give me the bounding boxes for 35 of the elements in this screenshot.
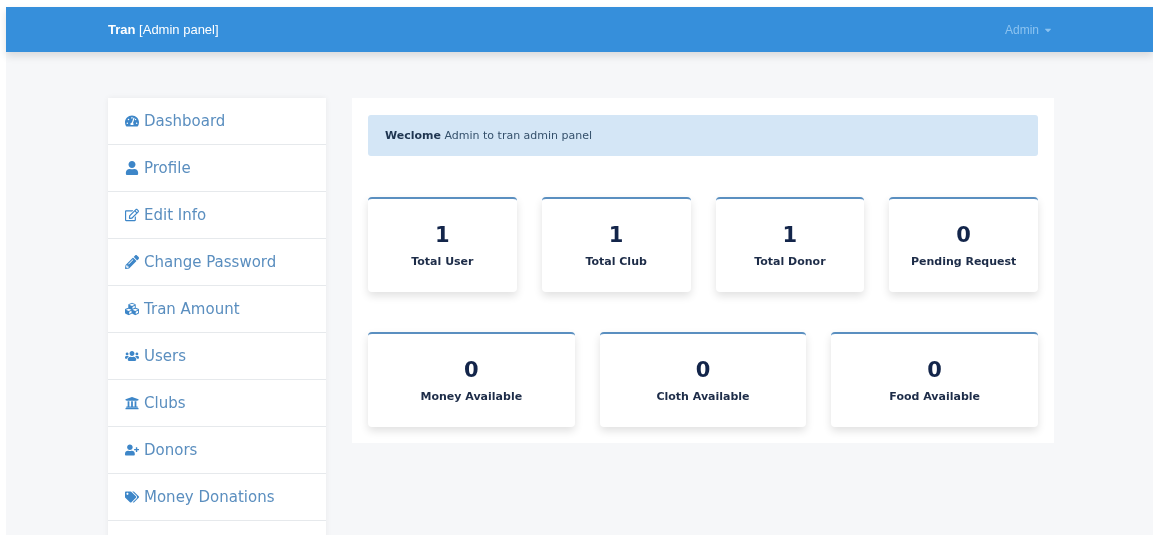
gauge-icon [125,114,139,128]
stat-value: 0 [927,358,942,382]
user-menu[interactable]: Admin [1005,22,1053,37]
sidebar-item[interactable]: Dashboard [108,98,326,145]
sidebar-item[interactable]: Change Password [108,239,326,286]
stat-label: Total Club [585,255,647,268]
stat-value: 1 [782,223,798,247]
welcome-alert: Weclome Admin to tran admin panel [368,115,1038,156]
stat-value: 0 [464,358,479,382]
stat-label: Cloth Available [656,390,750,403]
sidebar-item[interactable]: Clubs [108,380,326,427]
sidebar-item[interactable]: Profile [108,145,326,192]
stat-label: Total User [411,255,474,268]
cubes-icon [125,302,139,316]
brand-title[interactable]: Tran [Admin panel] [108,22,219,37]
tag-icon [125,490,139,504]
stat-label: Food Available [889,390,980,403]
sidebar-item[interactable]: Money Donations [108,474,326,521]
edit-icon [125,208,139,222]
user-plus-icon [125,443,139,457]
stat-label: Money Available [420,390,523,403]
stat-label: Total Donor [754,255,826,268]
user-icon [125,161,139,175]
stat-value: 0 [695,358,711,382]
bank-icon [125,396,139,410]
sidebar-item[interactable]: Users [108,333,326,380]
sidebar-item[interactable]: Donors [108,427,326,474]
pencil-icon [125,255,139,269]
stat-value: 1 [435,223,450,247]
users-icon [125,349,139,363]
sidebar-item[interactable]: Tran Amount [108,286,326,333]
sidebar-item[interactable]: Edit Info [108,192,326,239]
stat-value: 0 [956,223,971,247]
stat-value: 1 [608,223,624,247]
stat-label: Pending Request [910,255,1017,268]
